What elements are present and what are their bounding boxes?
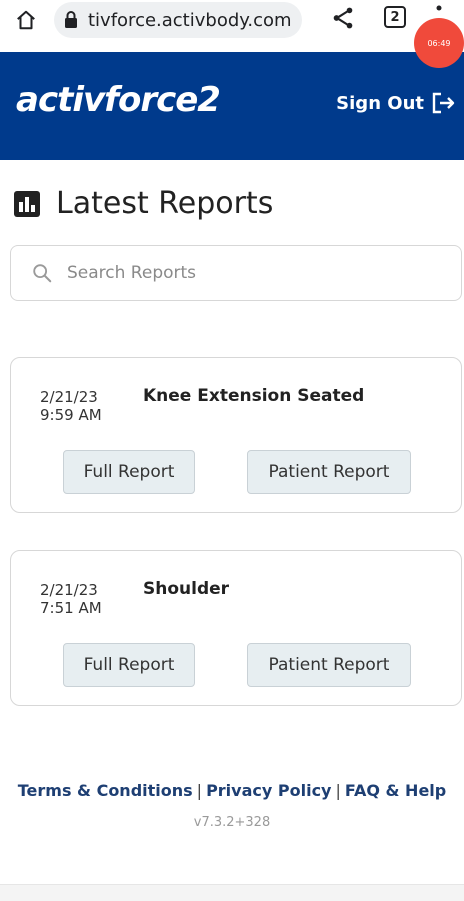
report-card: 2/21/23 7:51 AM Shoulder Full Report Pat…: [10, 550, 462, 706]
app-header: activforce2 Sign Out: [0, 52, 464, 160]
report-date: 2/21/23: [40, 388, 98, 406]
footer-separator: |: [196, 781, 203, 800]
sign-out-label: Sign Out: [336, 92, 424, 114]
bottom-divider: [0, 884, 464, 901]
version-text: v7.3.2+328: [193, 815, 271, 830]
sign-out-button[interactable]: Sign Out: [336, 92, 456, 114]
full-report-button[interactable]: Full Report: [63, 643, 195, 687]
report-title: Shoulder: [143, 579, 230, 599]
report-card: 2/21/23 9:59 AM Knee Extension Seated Fu…: [10, 357, 462, 513]
footer-links: Terms & Conditions | Privacy Policy | FAQ & …: [0, 781, 464, 800]
lock-icon: [64, 11, 80, 29]
report-datetime: 2/21/23 9:59 AM: [40, 388, 102, 424]
page-title-row: Latest Reports: [14, 186, 273, 221]
tab-switcher-button[interactable]: 2: [384, 6, 406, 28]
report-time: 7:51 AM: [40, 599, 102, 617]
full-report-button[interactable]: Full Report: [63, 450, 195, 494]
report-date: 2/21/23: [40, 581, 98, 599]
report-datetime: 2/21/23 7:51 AM: [40, 581, 102, 617]
search-input[interactable]: [67, 263, 427, 283]
patient-report-button[interactable]: Patient Report: [247, 643, 411, 687]
search-icon: [33, 264, 52, 283]
search-box[interactable]: [10, 245, 462, 301]
activforce-logo[interactable]: activforce2: [16, 80, 221, 120]
faq-link[interactable]: FAQ & Help: [345, 781, 446, 800]
sign-out-icon: [432, 92, 455, 114]
report-time: 9:59 AM: [40, 406, 102, 424]
terms-link[interactable]: Terms & Conditions: [18, 781, 193, 800]
recording-timer-badge: 06:49: [414, 18, 464, 68]
report-title: Knee Extension Seated: [143, 386, 365, 406]
privacy-link[interactable]: Privacy Policy: [206, 781, 331, 800]
page-title: Latest Reports: [56, 186, 274, 221]
share-icon[interactable]: [330, 5, 356, 31]
url-text: tivforce.activbody.com: [88, 9, 292, 31]
footer-separator: |: [335, 781, 341, 800]
home-icon[interactable]: [12, 6, 40, 34]
address-bar[interactable]: tivforce.activbody.com: [54, 2, 302, 38]
bar-chart-icon: [14, 190, 40, 217]
patient-report-button[interactable]: Patient Report: [247, 450, 411, 494]
browser-toolbar: tivforce.activbody.com 2 06:49: [0, 0, 464, 68]
